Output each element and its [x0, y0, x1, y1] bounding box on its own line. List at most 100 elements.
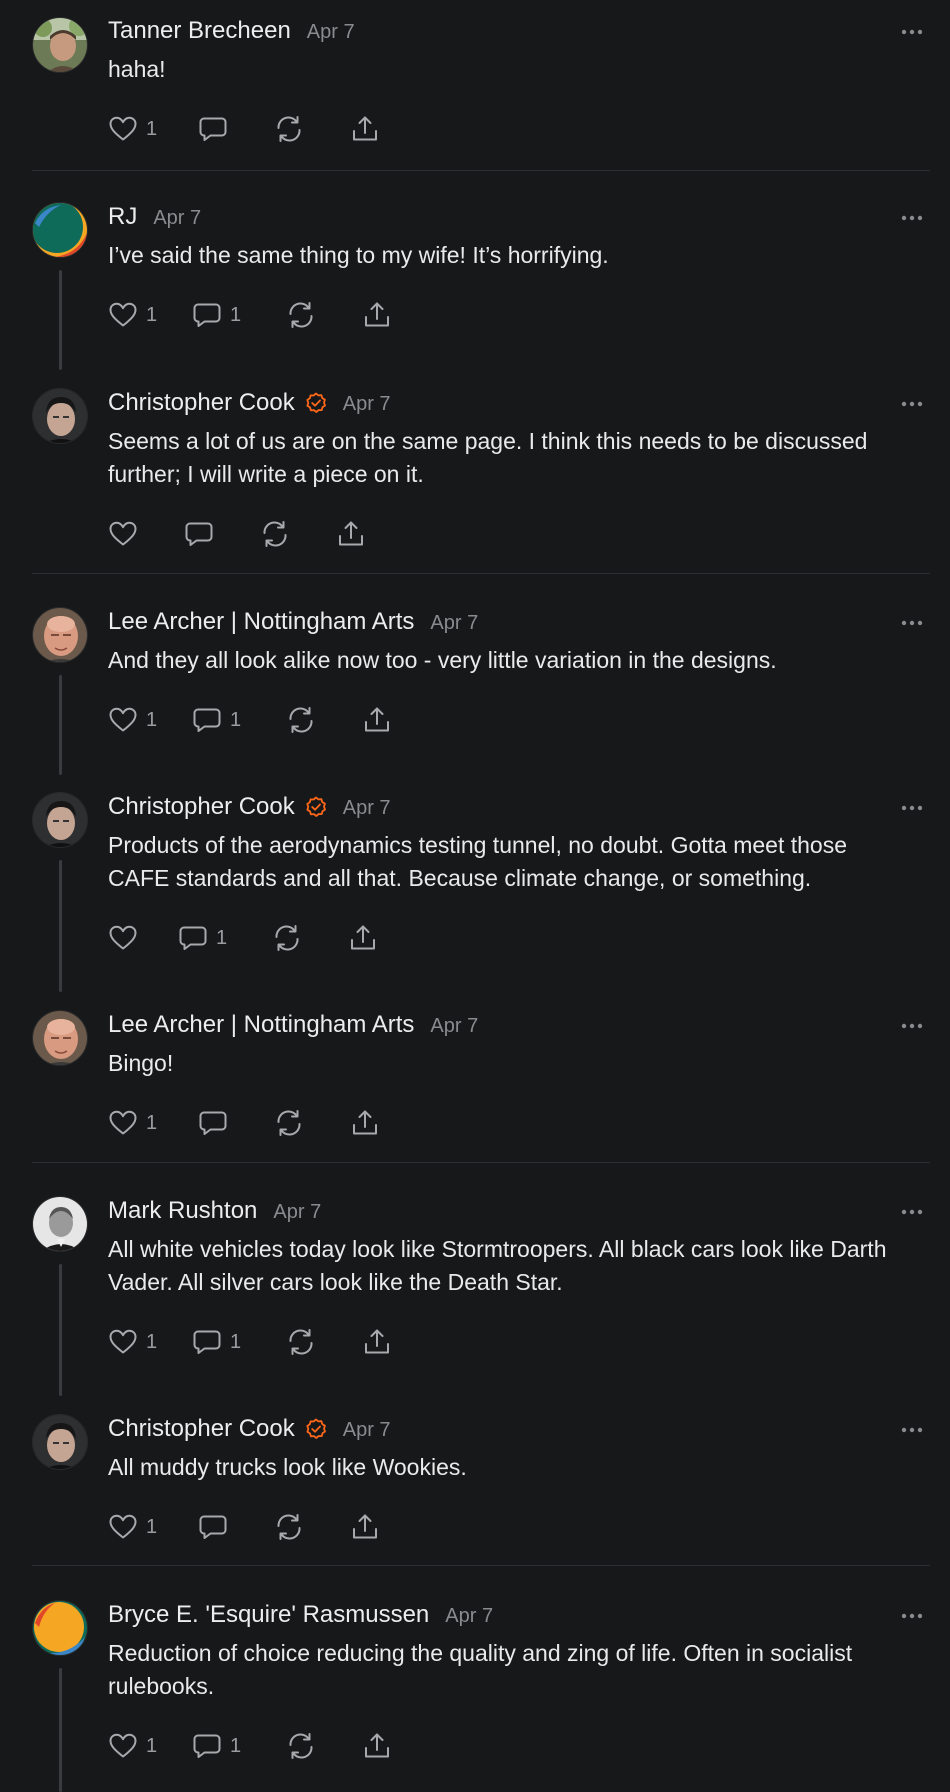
avatar[interactable] — [32, 607, 88, 663]
heart-icon — [108, 300, 138, 330]
avatar[interactable] — [32, 388, 88, 444]
comment-date[interactable]: Apr 7 — [343, 791, 391, 825]
avatar[interactable] — [32, 1600, 88, 1656]
like-count: 1 — [146, 1515, 158, 1538]
share-button[interactable] — [362, 1726, 392, 1766]
ellipsis-icon[interactable] — [896, 200, 928, 234]
speech-bubble-icon — [184, 519, 214, 549]
share-button[interactable] — [362, 295, 392, 335]
share-button[interactable] — [350, 1507, 380, 1547]
author-name[interactable]: Bryce E. 'Esquire' Rasmussen — [108, 1598, 429, 1632]
reply-button[interactable]: 1 — [192, 295, 241, 335]
author-name[interactable]: Christopher Cook — [108, 790, 295, 824]
comment-text: Products of the aerodynamics testing tun… — [108, 832, 847, 891]
heart-icon — [108, 1731, 138, 1761]
like-count: 1 — [146, 1111, 158, 1134]
like-button[interactable]: 1 — [108, 1322, 157, 1362]
share-upload-icon — [348, 923, 378, 953]
share-button[interactable] — [362, 700, 392, 740]
comment-header: Bryce E. 'Esquire' Rasmussen Apr 7 — [108, 1598, 910, 1632]
like-button[interactable] — [108, 514, 146, 554]
reply-button[interactable]: 1 — [192, 700, 241, 740]
comment: Christopher Cook Apr 7 Products of the a… — [0, 790, 950, 958]
heart-icon — [108, 519, 138, 549]
like-button[interactable] — [108, 918, 146, 958]
divider — [32, 170, 930, 171]
refresh-arrows-icon — [274, 1108, 304, 1138]
like-button[interactable]: 1 — [108, 295, 157, 335]
like-button[interactable]: 1 — [108, 700, 157, 740]
comment-date[interactable]: Apr 7 — [153, 201, 201, 235]
ellipsis-icon[interactable] — [896, 1194, 928, 1228]
restack-button[interactable] — [272, 918, 302, 958]
speech-bubble-icon — [192, 1327, 222, 1357]
avatar[interactable] — [32, 1196, 88, 1252]
restack-button[interactable] — [274, 1507, 304, 1547]
author-name[interactable]: Christopher Cook — [108, 1412, 295, 1446]
heart-icon — [108, 705, 138, 735]
restack-button[interactable] — [274, 109, 304, 149]
author-name[interactable]: Christopher Cook — [108, 386, 295, 420]
speech-bubble-icon — [192, 300, 222, 330]
avatar[interactable] — [32, 202, 88, 258]
reply-button[interactable]: 1 — [192, 1322, 241, 1362]
share-button[interactable] — [350, 109, 380, 149]
like-button[interactable]: 1 — [108, 1507, 157, 1547]
restack-button[interactable] — [286, 1322, 316, 1362]
ellipsis-icon[interactable] — [896, 386, 928, 420]
avatar[interactable] — [32, 792, 88, 848]
check-badge-icon — [305, 796, 327, 818]
check-badge-icon — [305, 1418, 327, 1440]
ellipsis-icon[interactable] — [896, 14, 928, 48]
restack-button[interactable] — [260, 514, 290, 554]
reply-button[interactable] — [198, 1507, 236, 1547]
share-button[interactable] — [362, 1322, 392, 1362]
like-button[interactable]: 1 — [108, 1103, 157, 1143]
author-name[interactable]: Lee Archer | Nottingham Arts — [108, 605, 414, 639]
share-upload-icon — [362, 705, 392, 735]
author-name[interactable]: Tanner Brecheen — [108, 14, 291, 48]
restack-button[interactable] — [274, 1103, 304, 1143]
like-button[interactable]: 1 — [108, 109, 157, 149]
comment-date[interactable]: Apr 7 — [343, 387, 391, 421]
avatar[interactable] — [32, 17, 88, 73]
restack-button[interactable] — [286, 295, 316, 335]
restack-button[interactable] — [286, 1726, 316, 1766]
ellipsis-icon[interactable] — [896, 605, 928, 639]
avatar[interactable] — [32, 1414, 88, 1470]
author-name[interactable]: RJ — [108, 200, 137, 234]
ellipsis-icon[interactable] — [896, 790, 928, 824]
comment-date[interactable]: Apr 7 — [430, 1009, 478, 1043]
ellipsis-icon[interactable] — [896, 1412, 928, 1446]
share-button[interactable] — [350, 1103, 380, 1143]
comment-header: Lee Archer | Nottingham Arts Apr 7 — [108, 1008, 910, 1042]
like-button[interactable]: 1 — [108, 1726, 157, 1766]
comment-text: All muddy trucks look like Wookies. — [108, 1454, 467, 1480]
reply-button[interactable] — [198, 109, 236, 149]
author-name[interactable]: Lee Archer | Nottingham Arts — [108, 1008, 414, 1042]
like-count: 1 — [146, 1330, 158, 1353]
ellipsis-icon[interactable] — [896, 1598, 928, 1632]
reply-button[interactable]: 1 — [192, 1726, 241, 1766]
share-upload-icon — [350, 1108, 380, 1138]
comment-date[interactable]: Apr 7 — [273, 1195, 321, 1229]
comment-date[interactable]: Apr 7 — [343, 1413, 391, 1447]
ellipsis-icon[interactable] — [896, 1008, 928, 1042]
share-upload-icon — [350, 114, 380, 144]
comment-date[interactable]: Apr 7 — [430, 606, 478, 640]
reply-button[interactable] — [198, 1103, 236, 1143]
avatar[interactable] — [32, 1010, 88, 1066]
comment-date[interactable]: Apr 7 — [307, 15, 355, 49]
comment-actions: 1 — [108, 1507, 910, 1547]
speech-bubble-icon — [192, 1731, 222, 1761]
restack-button[interactable] — [286, 700, 316, 740]
share-button[interactable] — [336, 514, 366, 554]
reply-button[interactable]: 1 — [178, 918, 227, 958]
reply-button[interactable] — [184, 514, 222, 554]
author-name[interactable]: Mark Rushton — [108, 1194, 257, 1228]
share-button[interactable] — [348, 918, 378, 958]
comment-header: Christopher Cook Apr 7 — [108, 1412, 910, 1446]
comment-date[interactable]: Apr 7 — [445, 1599, 493, 1633]
comment: Tanner Brecheen Apr 7 haha! 1 — [0, 14, 950, 149]
comment-actions: 1 — [108, 918, 910, 958]
